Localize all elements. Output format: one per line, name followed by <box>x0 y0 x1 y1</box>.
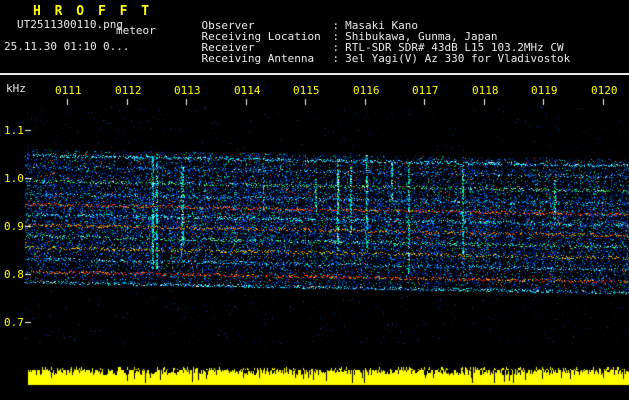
time-label-0115: 0115 <box>293 84 320 97</box>
freq-label-09: 0.9 <box>4 220 24 233</box>
info-colon: : <box>332 52 340 65</box>
freq-label-10: 1.0 <box>4 172 24 185</box>
time-label-0117: 0117 <box>412 84 439 97</box>
info-value: 3el Yagi(V) Az 330 for Vladivostok <box>345 52 571 65</box>
freq-label-08: 0.8 <box>4 268 24 281</box>
time-label-0112: 0112 <box>115 84 142 97</box>
mode-label: meteor <box>116 24 156 37</box>
time-label-0120: 0120 <box>591 84 618 97</box>
time-label-0113: 0113 <box>174 84 201 97</box>
time-label-0114: 0114 <box>234 84 261 97</box>
datetime-label: 25.11.30 01:10 <box>4 40 97 53</box>
app-title: H R O F F T <box>33 4 153 19</box>
freq-label-07: 0.7 <box>4 316 24 329</box>
freq-label-11: 1.1 <box>4 124 24 137</box>
time-label-0118: 0118 <box>472 84 499 97</box>
time-label-0116: 0116 <box>353 84 380 97</box>
counter-label: 0... <box>103 40 130 53</box>
hrofft-window: H R O F F T UT2511300110.png meteor 25.1… <box>0 0 629 400</box>
time-label-0119: 0119 <box>531 84 558 97</box>
filename-label: UT2511300110.png <box>17 18 123 31</box>
info-label: Receiving Antenna <box>201 52 315 65</box>
freq-unit-label: kHz <box>6 82 26 95</box>
time-label-0111: 0111 <box>55 84 82 97</box>
header-divider <box>0 73 629 75</box>
